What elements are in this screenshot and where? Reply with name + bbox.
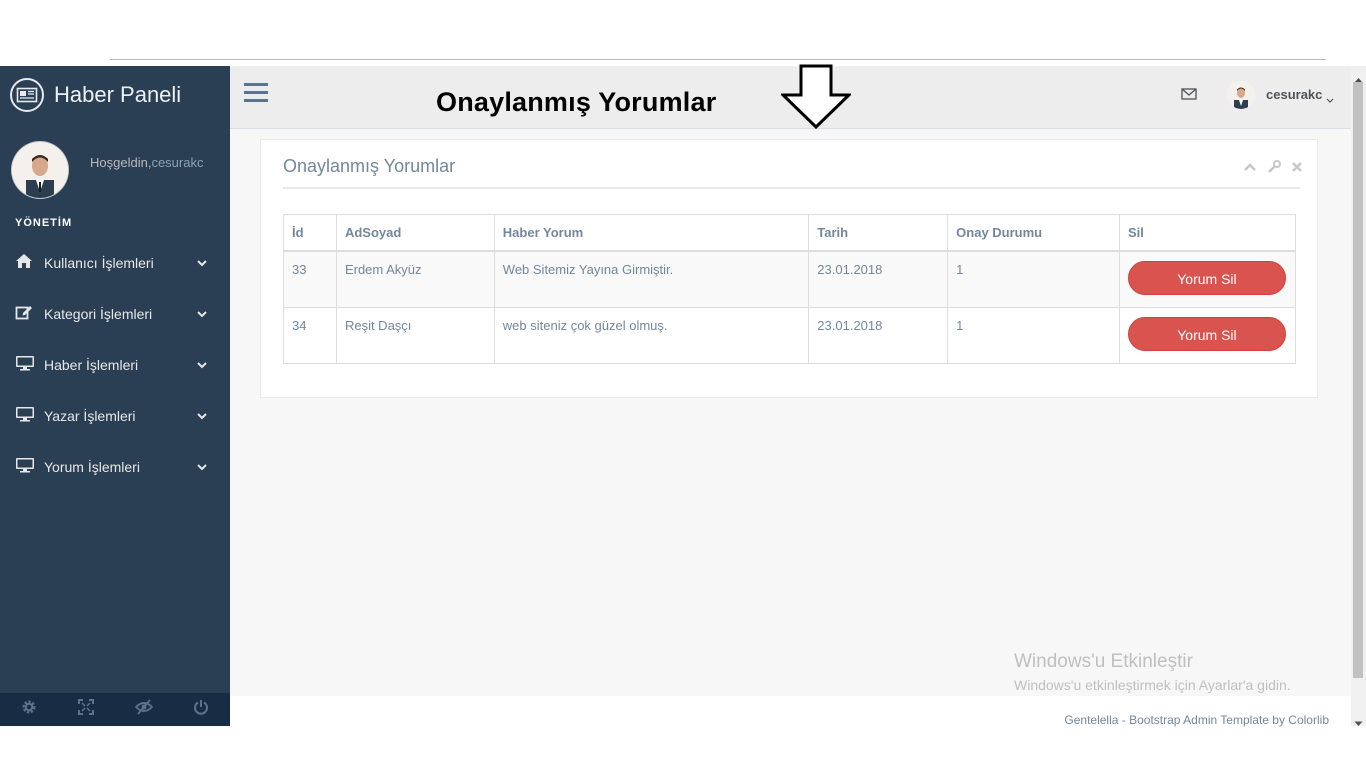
envelope-icon[interactable] <box>1181 87 1197 106</box>
home-icon <box>15 253 35 271</box>
column-header-name[interactable]: AdSoyad <box>335 214 495 252</box>
sidebar: Haber Paneli Hoşgeldin,cesurakc YÖNETİM … <box>0 66 230 726</box>
newspaper-icon <box>10 78 44 112</box>
comments-table: İd AdSoyad Haber Yorum Tarih Onay Durumu… <box>283 214 1297 364</box>
sidebar-item-yorum[interactable]: Yorum İşlemleri <box>0 450 230 501</box>
watermark-subtitle: Windows'u etkinleştirmek için Ayarlar'a … <box>1014 677 1291 693</box>
desktop-icon <box>15 355 35 373</box>
table-header-row: İd AdSoyad Haber Yorum Tarih Onay Durumu… <box>283 214 1297 252</box>
user-menu-name[interactable]: cesurakc <box>1266 87 1322 102</box>
cell-comment: Web Sitemiz Yayına Girmiştir. <box>493 250 810 308</box>
desktop-icon <box>15 457 35 475</box>
logout-button[interactable] <box>173 693 231 726</box>
cell-date: 23.01.2018 <box>808 250 949 308</box>
sidebar-username: cesurakc <box>151 155 204 170</box>
settings-button[interactable] <box>0 693 58 726</box>
panel-divider <box>283 187 1300 189</box>
profile-picture <box>12 142 68 198</box>
welcome-label: Hoşgeldin, <box>90 155 152 170</box>
panel-toolbox <box>1243 160 1303 179</box>
delete-comment-button[interactable]: Yorum Sil <box>1127 317 1286 351</box>
gear-icon <box>21 699 37 720</box>
main-content: Onaylanmış Yorumlar İd AdSoyad Haber Yor… <box>230 129 1351 696</box>
arrow-down-icon <box>779 64 853 135</box>
chevron-down-icon <box>196 358 208 370</box>
column-header-comment[interactable]: Haber Yorum <box>493 214 810 252</box>
lock-button[interactable] <box>115 693 173 726</box>
fullscreen-icon <box>78 699 95 720</box>
power-icon <box>193 699 209 720</box>
watermark-title: Windows'u Etkinleştir <box>1014 651 1193 672</box>
sidebar-item-haber[interactable]: Haber İşlemleri <box>0 348 230 399</box>
eye-slash-icon <box>134 699 154 720</box>
sidebar-item-label: Haber İşlemleri <box>44 357 139 373</box>
sidebar-item-label: Yorum İşlemleri <box>44 459 140 475</box>
sidebar-item-yazar[interactable]: Yazar İşlemleri <box>0 399 230 450</box>
chevron-down-icon <box>196 409 208 421</box>
fullscreen-button[interactable] <box>58 693 116 726</box>
cell-delete: Yorum Sil <box>1118 307 1297 364</box>
sidebar-footer <box>0 693 230 726</box>
column-header-id[interactable]: İd <box>283 214 337 252</box>
comments-panel: Onaylanmış Yorumlar İd AdSoyad Haber Yor… <box>260 139 1318 398</box>
sidebar-menu: Kullanıcı İşlemleri Kategori İşlemleri H… <box>0 246 230 501</box>
cell-name: Erdem Akyüz <box>335 250 495 308</box>
cell-id: 33 <box>283 250 337 308</box>
scroll-down-icon[interactable] <box>1354 714 1363 732</box>
chevron-down-icon <box>196 256 208 268</box>
column-header-status[interactable]: Onay Durumu <box>947 214 1120 252</box>
table-row: 34 Reşit Daşçı web siteniz çok güzel olm… <box>283 307 1297 364</box>
avatar <box>12 142 68 198</box>
footer-credit[interactable]: Gentelella - Bootstrap Admin Template by… <box>1064 713 1329 727</box>
sidebar-item-kategori[interactable]: Kategori İşlemleri <box>0 297 230 348</box>
edit-icon <box>15 304 35 322</box>
sidebar-item-kullanici[interactable]: Kullanıcı İşlemleri <box>0 246 230 297</box>
annotation-title: Onaylanmış Yorumlar <box>436 87 717 117</box>
browser-top-area <box>0 0 1366 66</box>
cell-status: 1 <box>947 250 1120 308</box>
table-row: 33 Erdem Akyüz Web Sitemiz Yayına Girmiş… <box>283 250 1297 308</box>
sidebar-item-label: Yazar İşlemleri <box>44 408 136 424</box>
vertical-scrollbar[interactable] <box>1351 66 1366 726</box>
cell-status: 1 <box>947 307 1120 364</box>
page-footer: Gentelella - Bootstrap Admin Template by… <box>230 696 1351 727</box>
brand[interactable]: Haber Paneli <box>10 78 181 112</box>
menu-section-title: YÖNETİM <box>15 217 73 229</box>
column-header-delete[interactable]: Sil <box>1118 214 1297 252</box>
user-avatar[interactable] <box>1227 81 1255 109</box>
brand-title: Haber Paneli <box>54 82 182 107</box>
close-icon[interactable] <box>1291 160 1303 179</box>
cell-date: 23.01.2018 <box>808 307 949 364</box>
panel-title: Onaylanmış Yorumlar <box>283 156 456 176</box>
windows-activation-watermark: Windows'u Etkinleştir Windows'u etkinleş… <box>1014 651 1291 693</box>
welcome-text: Hoşgeldin,cesurakc <box>90 155 203 170</box>
chevron-down-icon <box>196 307 208 319</box>
scrollbar-thumb[interactable] <box>1353 82 1363 678</box>
sidebar-item-label: Kullanıcı İşlemleri <box>44 255 154 271</box>
desktop-icon <box>15 406 35 424</box>
divider-line <box>110 59 1326 60</box>
cell-delete: Yorum Sil <box>1118 250 1297 308</box>
menu-toggle-icon[interactable] <box>244 83 268 105</box>
cell-comment: web siteniz çok güzel olmuş. <box>493 307 810 364</box>
column-header-date[interactable]: Tarih <box>808 214 949 252</box>
cell-name: Reşit Daşçı <box>335 307 495 364</box>
chevron-up-icon[interactable] <box>1243 160 1257 179</box>
chevron-down-icon <box>196 460 208 472</box>
sidebar-item-label: Kategori İşlemleri <box>44 306 153 322</box>
cell-id: 34 <box>283 307 337 364</box>
wrench-icon[interactable] <box>1267 160 1281 179</box>
chevron-down-icon[interactable] <box>1326 91 1334 109</box>
delete-comment-button[interactable]: Yorum Sil <box>1127 261 1286 295</box>
